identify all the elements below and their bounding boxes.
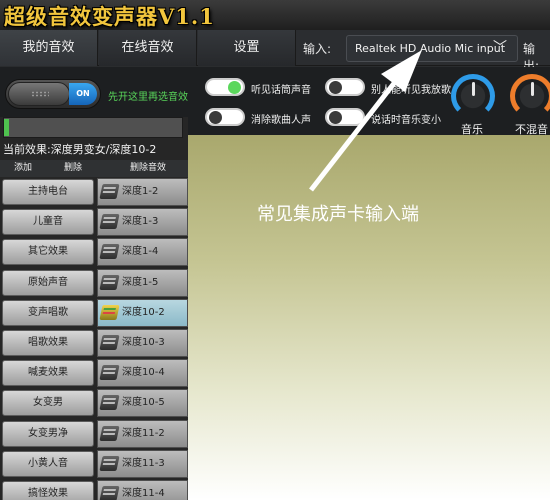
book-icon xyxy=(99,304,120,320)
effect-label: 深度11-4 xyxy=(122,488,165,499)
effect-label: 深度1-5 xyxy=(122,276,159,288)
toggle-remove-vocals-label: 消除歌曲人声 xyxy=(251,115,311,126)
input-label: 输入: xyxy=(303,42,332,56)
toggle-others-hear-song[interactable] xyxy=(325,78,365,96)
master-switch[interactable]: ON xyxy=(5,79,101,109)
book-icon xyxy=(99,365,120,381)
switch-on-label: ON xyxy=(69,83,97,105)
effect-item[interactable]: 深度1-5 xyxy=(97,268,188,297)
category-button[interactable]: 女变男 xyxy=(2,390,94,417)
level-meter xyxy=(3,117,183,138)
book-icon xyxy=(99,486,120,500)
level-meter-fill xyxy=(4,119,10,136)
effect-label: 深度1-3 xyxy=(122,216,159,228)
effect-item[interactable]: 深度10-3 xyxy=(97,329,188,357)
switch-knob xyxy=(8,82,70,106)
category-button[interactable]: 喊麦效果 xyxy=(2,360,94,387)
effect-label: 深度1-2 xyxy=(122,186,159,197)
book-icon xyxy=(99,425,120,441)
toggle-dot xyxy=(329,111,342,124)
title-bar: 超级音效变声器V1.1 xyxy=(0,0,550,30)
input-device-select[interactable]: Realtek HD Audio Mic input ﹀ xyxy=(346,35,518,62)
switch-hint: 先开这里再选音效 xyxy=(108,92,188,103)
book-icon xyxy=(99,274,120,290)
category-button[interactable]: 唱歌效果 xyxy=(2,330,94,356)
effect-label: 深度10-4 xyxy=(122,367,165,379)
toggle-duck-music-label: 说话时音乐变小 xyxy=(371,115,441,126)
effect-label: 深度11-2 xyxy=(122,427,165,439)
effect-item[interactable]: 深度10-4 xyxy=(97,359,188,388)
tab-settings[interactable]: 设置 xyxy=(198,30,296,66)
toggle-dot xyxy=(209,111,222,124)
effect-item[interactable]: 深度10-5 xyxy=(97,389,188,418)
dial-needle xyxy=(472,82,475,96)
effect-item[interactable]: 深度1-4 xyxy=(97,238,188,267)
effect-preview-area xyxy=(188,135,550,500)
book-icon xyxy=(99,335,120,350)
tab-online-effects[interactable]: 在线音效 xyxy=(99,30,197,66)
effect-item[interactable]: 深度1-3 xyxy=(97,208,188,237)
effect-label: 深度1-4 xyxy=(122,246,159,258)
toggle-others-hear-song-label: 别人能听见我放歌 xyxy=(371,85,451,96)
toggle-duck-music[interactable] xyxy=(325,108,365,126)
effect-label: 深度10-5 xyxy=(122,397,165,409)
chevron-down-icon: ﹀ xyxy=(493,40,507,56)
book-icon xyxy=(99,455,120,471)
delete-button[interactable]: 删除 xyxy=(55,160,91,177)
category-button[interactable]: 女变男净 xyxy=(2,420,94,447)
list-header: 添加 删除 删除音效 xyxy=(0,160,188,177)
toggle-dot xyxy=(329,81,342,94)
app-title: 超级音效变声器V1.1 xyxy=(4,4,215,29)
book-icon xyxy=(99,244,120,260)
effect-item[interactable]: 深度10-2 xyxy=(97,298,188,327)
book-icon xyxy=(99,214,120,230)
category-button[interactable]: 其它效果 xyxy=(2,239,94,266)
category-button[interactable]: 原始声音 xyxy=(2,269,94,296)
dial-ring xyxy=(451,74,495,118)
dial-ring xyxy=(510,74,550,118)
add-button[interactable]: 添加 xyxy=(5,160,41,177)
effect-item[interactable]: 深度1-2 xyxy=(97,178,188,206)
effect-item[interactable]: 深度11-4 xyxy=(97,480,188,500)
effect-label: 深度10-3 xyxy=(122,337,165,348)
input-device-value: Realtek HD Audio Mic input xyxy=(355,42,506,55)
toggle-hear-mic-label: 听见话筒声音 xyxy=(251,85,311,96)
category-button[interactable]: 搞怪效果 xyxy=(2,481,94,500)
category-button[interactable]: 变声唱歌 xyxy=(2,299,94,326)
effect-label: 深度10-2 xyxy=(122,306,165,318)
music-volume-dial[interactable] xyxy=(451,74,495,118)
category-button[interactable]: 儿童音 xyxy=(2,209,94,236)
delete-effect-button[interactable]: 删除音效 xyxy=(120,160,176,177)
toggle-hear-mic[interactable] xyxy=(205,78,245,96)
effect-label: 深度11-3 xyxy=(122,457,165,469)
category-button[interactable]: 主持电台 xyxy=(2,179,94,205)
category-button[interactable]: 小黄人音 xyxy=(2,450,94,477)
toggle-remove-vocals[interactable] xyxy=(205,108,245,126)
book-icon xyxy=(99,184,120,199)
book-icon xyxy=(99,395,120,411)
effect-item[interactable]: 深度11-3 xyxy=(97,449,188,478)
toggle-dot xyxy=(228,81,241,94)
current-effect-text: 当前效果:深度男变女/深度10-2 xyxy=(3,143,157,156)
mix-dial[interactable] xyxy=(510,74,550,118)
annotation-text: 常见集成声卡输入端 xyxy=(257,204,419,225)
dial-needle xyxy=(531,82,534,96)
effect-item[interactable]: 深度11-2 xyxy=(97,419,188,448)
tab-my-effects[interactable]: 我的音效 xyxy=(0,30,98,66)
